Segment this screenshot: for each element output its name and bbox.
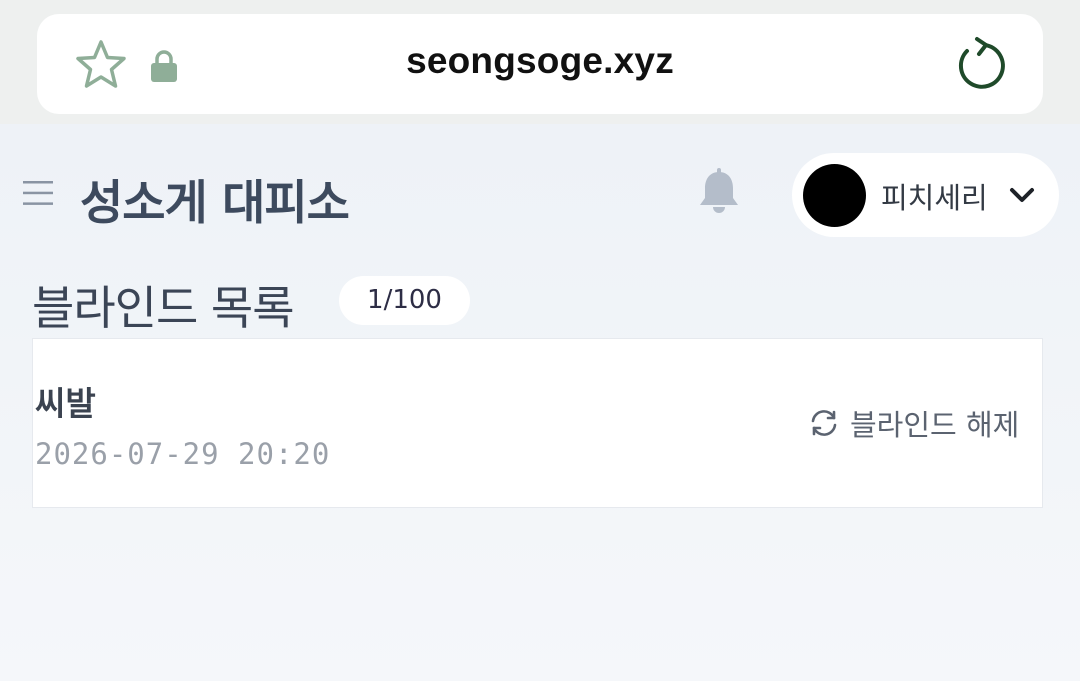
chevron-down-icon: [1010, 188, 1034, 202]
avatar: [803, 164, 866, 227]
bell-icon[interactable]: [699, 168, 739, 214]
url-text[interactable]: seongsoge.xyz: [0, 40, 1080, 82]
menu-icon[interactable]: [23, 180, 53, 206]
unblind-button[interactable]: 블라인드 해제: [808, 401, 1019, 445]
sync-icon: [811, 410, 837, 436]
unblind-label: 블라인드 해제: [850, 408, 1020, 442]
blind-date: 2026-07-29 20:20: [35, 437, 331, 471]
blind-word: 씨발: [35, 384, 96, 423]
list-item: 씨발 2026-07-29 20:20 블라인드 해제: [32, 338, 1043, 508]
browser-chrome: seongsoge.xyz: [0, 0, 1080, 124]
section-title: 블라인드 목록: [32, 281, 295, 335]
reload-icon[interactable]: [952, 36, 1008, 92]
app-content: 성소게 대피소 피치세리 블라인드 목록 1/100 씨발 2026-07-29…: [0, 124, 1080, 681]
count-badge: 1/100: [339, 276, 470, 325]
user-name: 피치세리: [881, 181, 988, 215]
user-menu-button[interactable]: 피치세리: [792, 153, 1059, 237]
site-title[interactable]: 성소게 대피소: [80, 164, 350, 233]
